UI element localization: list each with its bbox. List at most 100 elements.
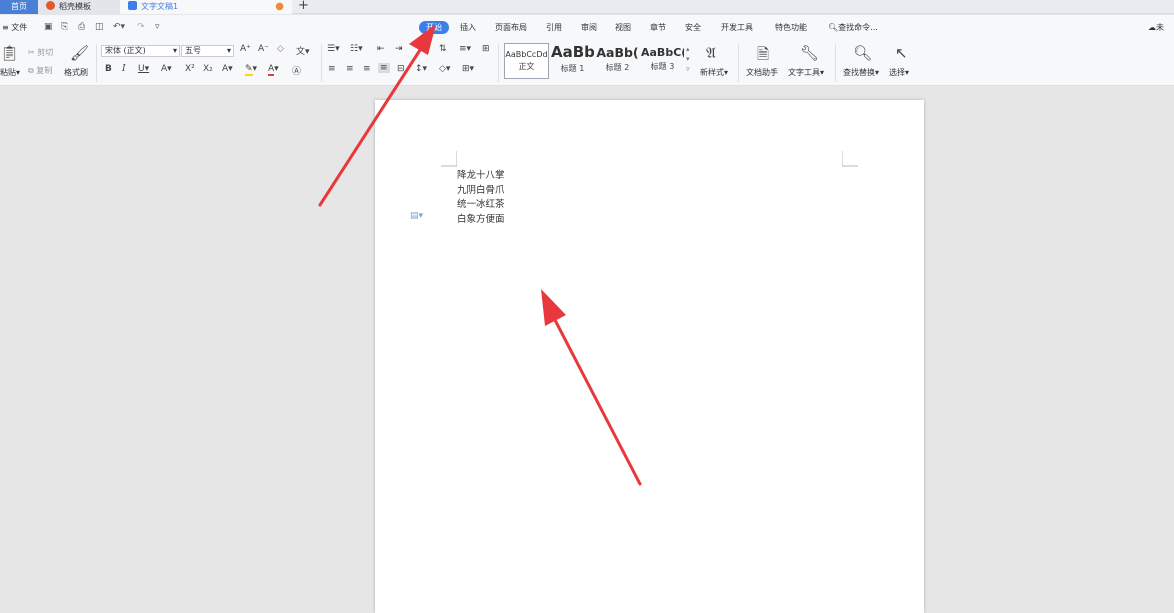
paste-icon[interactable]: 📋︎ <box>0 44 19 62</box>
italic-icon[interactable]: I <box>122 64 126 74</box>
cut-label: 剪切 <box>37 48 54 57</box>
text-tools-button[interactable]: 文字工具▾ <box>788 67 824 78</box>
divider <box>835 44 836 82</box>
chevron-down-icon: ▾ <box>226 46 231 55</box>
menu-page-layout[interactable]: 页面布局 <box>495 22 527 33</box>
wrench-icon[interactable]: 🔧︎ <box>800 44 819 62</box>
align-center-icon[interactable]: ≡ <box>346 64 354 74</box>
superscript-icon[interactable]: X² <box>185 64 195 74</box>
font-name-select[interactable]: 宋体 (正文) ▾ <box>101 45 180 57</box>
char-shading-icon[interactable]: Ⓐ <box>292 64 301 77</box>
font-name-value: 宋体 (正文) <box>105 46 146 55</box>
menu-references[interactable]: 引用 <box>546 22 562 33</box>
decrease-indent-icon[interactable]: ⇤ <box>377 44 385 54</box>
document-canvas[interactable]: ▤▾ 降龙十八掌 九阴白骨爪 统一冰红茶 白象方便面 <box>0 87 1174 613</box>
menu-special-features[interactable]: 特色功能 <box>775 22 807 33</box>
increase-indent-icon[interactable]: ⇥ <box>395 44 403 54</box>
bullet-list-icon[interactable]: ☰▾ <box>327 44 340 54</box>
shading-icon[interactable]: ◇▾ <box>439 64 450 74</box>
justify-icon[interactable]: ≡ <box>378 63 390 73</box>
paragraph-layout-icon[interactable]: ▤▾ <box>410 211 423 221</box>
document-line[interactable]: 统一冰红茶 <box>457 196 505 210</box>
tab-home[interactable]: 首页 <box>0 0 38 14</box>
clear-format-icon[interactable]: ◇ <box>277 44 284 54</box>
margin-mark-top-left <box>441 151 457 167</box>
print-icon[interactable]: ⎙ <box>78 22 85 32</box>
menu-start[interactable]: 开始 <box>419 21 449 34</box>
unsaved-dot-icon: ● <box>275 1 284 12</box>
menu-security-label: 安全 <box>685 23 701 32</box>
tab-document[interactable]: 文字文稿1 ● <box>120 0 292 14</box>
text-effect-icon[interactable]: A▾ <box>222 64 233 74</box>
menu-references-label: 引用 <box>546 23 562 32</box>
copy-button[interactable]: ⧉ 复制 <box>28 65 52 76</box>
highlight-icon[interactable]: ✎▾ <box>245 64 257 76</box>
phonetic-icon[interactable]: 文▾ <box>296 44 310 57</box>
document-line[interactable]: 九阴白骨爪 <box>457 182 505 196</box>
document-page[interactable]: ▤▾ 降龙十八掌 九阴白骨爪 统一冰红茶 白象方便面 <box>375 100 924 613</box>
style-heading-3[interactable]: AaBbC( 标题 3 <box>641 43 684 79</box>
menu-review[interactable]: 审阅 <box>581 22 597 33</box>
find-replace-icon[interactable]: 🔍︎ <box>853 44 872 62</box>
paste-button[interactable]: 粘贴▾ <box>0 67 20 78</box>
file-menu[interactable]: ≡ 文件 <box>2 22 27 33</box>
new-tab-button[interactable]: + <box>298 0 309 13</box>
docer-icon <box>46 1 55 10</box>
document-line[interactable]: 白象方便面 <box>457 211 505 225</box>
underline-icon[interactable]: U▾ <box>138 64 149 74</box>
save-icon[interactable]: ▣ <box>44 22 53 32</box>
align-left-icon[interactable]: ≡ <box>328 64 336 74</box>
export-icon[interactable]: ⎘ <box>61 22 68 32</box>
styles-scroll[interactable]: ▴ ▾ ▿ <box>686 44 690 74</box>
bold-icon[interactable]: B <box>105 64 112 74</box>
find-replace-button[interactable]: 查找替换▾ <box>843 67 879 78</box>
line-spacing-icon[interactable]: ≡▾ <box>459 44 471 54</box>
menu-insert[interactable]: 插入 <box>460 22 476 33</box>
new-style-button[interactable]: 新样式▾ <box>700 67 728 78</box>
grow-font-icon[interactable]: A⁺ <box>240 44 251 54</box>
shrink-font-icon[interactable]: A⁻ <box>258 44 269 54</box>
paste-label: 粘贴 <box>0 68 16 77</box>
strikethrough-icon[interactable]: A▾ <box>161 64 172 74</box>
style-heading-2[interactable]: AaBb( 标题 2 <box>596 43 639 79</box>
format-painter-label: 格式刷 <box>64 68 88 77</box>
menu-view[interactable]: 视图 <box>615 22 631 33</box>
select-button[interactable]: 选择▾ <box>889 67 909 78</box>
menu-start-label: 开始 <box>426 23 442 32</box>
new-style-label: 新样式 <box>700 68 724 77</box>
print-preview-icon[interactable]: ◫ <box>95 22 104 32</box>
menu-chapter[interactable]: 章节 <box>650 22 666 33</box>
numbered-list-icon[interactable]: ☷▾ <box>350 44 363 54</box>
document-line[interactable]: 降龙十八掌 <box>457 167 505 181</box>
font-size-select[interactable]: 五号 ▾ <box>181 45 234 57</box>
sort-icon[interactable]: ⇅ <box>439 44 447 54</box>
format-painter-icon[interactable]: 🖌︎ <box>70 44 89 62</box>
borders-icon[interactable]: ⊞▾ <box>462 64 474 74</box>
font-color-icon[interactable]: A▾ <box>268 64 279 76</box>
cut-button[interactable]: ✂ 剪切 <box>28 47 53 58</box>
select-cursor-icon[interactable]: ↖ <box>895 44 908 62</box>
para-spacing-icon[interactable]: ↕▾ <box>415 64 427 74</box>
style-normal[interactable]: AaBbCcDd 正文 <box>504 43 549 79</box>
distribute-icon[interactable]: ⊟ <box>397 64 405 74</box>
command-search[interactable]: 🔍︎查找命令... <box>828 22 878 33</box>
doc-assistant-button[interactable]: 文档助手 <box>746 67 778 78</box>
customize-icon[interactable]: ▿ <box>155 22 160 32</box>
format-painter-button[interactable]: 格式刷 <box>64 67 88 78</box>
scissors-icon: ✂ <box>28 48 35 57</box>
menu-developer-tools[interactable]: 开发工具 <box>721 22 753 33</box>
doc-assistant-icon[interactable]: 🗎︎ <box>757 44 769 69</box>
new-style-icon[interactable]: 𝔄 <box>706 44 716 62</box>
subscript-icon[interactable]: X₂ <box>203 64 213 74</box>
align-right-icon[interactable]: ≡ <box>363 64 371 74</box>
tab-bar: 首页 稻壳模板 文字文稿1 ● + <box>0 0 1174 14</box>
style-normal-caption: 正文 <box>518 62 535 71</box>
tab-templates[interactable]: 稻壳模板 <box>38 0 120 14</box>
redo-icon[interactable]: ↷ <box>137 22 145 32</box>
menu-security[interactable]: 安全 <box>685 22 701 33</box>
cloud-user[interactable]: ☁未 <box>1148 22 1164 33</box>
style-heading-1[interactable]: AaBb 标题 1 <box>551 43 594 79</box>
undo-icon[interactable]: ↶▾ <box>113 22 125 32</box>
menu-insert-label: 插入 <box>460 23 476 32</box>
table-grid-icon[interactable]: ⊞ <box>482 44 490 54</box>
